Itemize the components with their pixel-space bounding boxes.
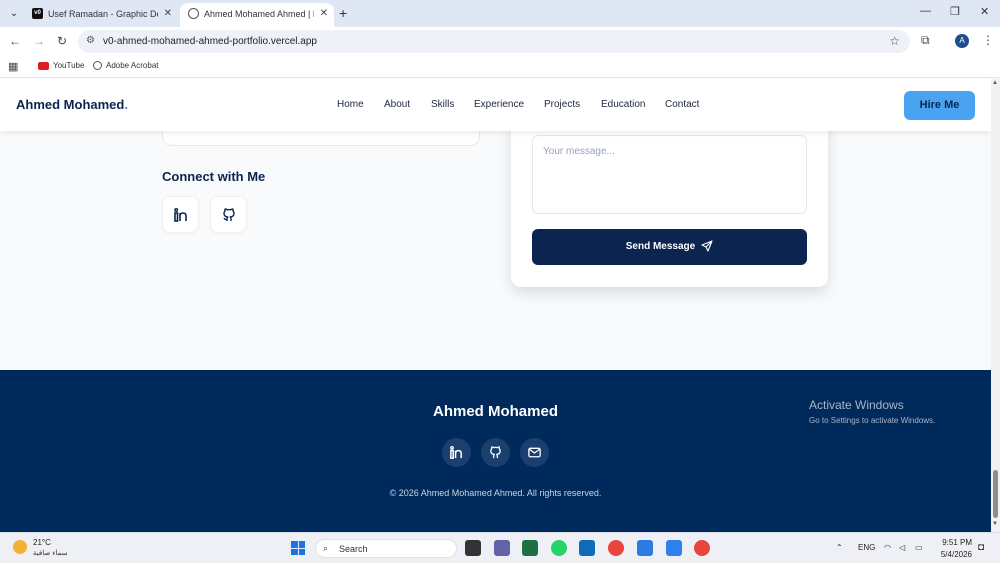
bookmarks-bar: ▦ YouTube Adobe Acrobat <box>0 56 1000 78</box>
bookmark-acrobat[interactable]: Adobe Acrobat <box>93 61 159 71</box>
copyright-text: © 2026 Ahmed Mohamed Ahmed. All rights r… <box>389 488 602 498</box>
database-app-icon[interactable] <box>637 540 653 556</box>
youtube-icon <box>38 61 49 70</box>
globe-icon <box>188 8 199 19</box>
new-tab-button[interactable]: + <box>339 5 347 21</box>
apps-grid-icon[interactable]: ▦ <box>8 60 18 73</box>
weather-condition[interactable]: سماء صافية <box>33 549 68 557</box>
restore-icon[interactable]: ❐ <box>950 5 960 18</box>
bookmark-label: Adobe Acrobat <box>106 61 159 70</box>
tray-chevron-icon[interactable]: ⌃ <box>836 543 843 552</box>
hire-me-button[interactable]: Hire Me <box>904 91 975 120</box>
teams-icon[interactable] <box>494 540 510 556</box>
nav-education[interactable]: Education <box>601 99 645 110</box>
reload-icon[interactable]: ↻ <box>57 34 67 48</box>
window-close-icon[interactable]: ✕ <box>980 5 989 18</box>
task-view-icon[interactable] <box>465 540 481 556</box>
footer-linkedin-button[interactable] <box>442 438 471 467</box>
site-info-icon[interactable]: ⚙ <box>86 35 95 46</box>
site-brand[interactable]: Ahmed Mohamed. <box>16 97 128 112</box>
page-scrollbar[interactable] <box>991 79 1000 532</box>
github-icon <box>490 446 501 459</box>
minimize-icon[interactable]: — <box>920 5 931 17</box>
page-viewport: Ahmed Mohamed. Home About Skills Experie… <box>0 79 991 532</box>
url-text[interactable]: v0-ahmed-mohamed-ahmed-portfolio.vercel.… <box>103 36 317 47</box>
browser-tab-bar: ⌄ v0 Usef Ramadan - Graphic Design ✕ Ahm… <box>0 0 1000 27</box>
message-textarea[interactable] <box>532 135 807 214</box>
system-clock[interactable]: 9:51 PM 5/4/2026 <box>940 537 972 561</box>
linkedin-button[interactable] <box>162 196 199 233</box>
notification-bell-icon[interactable]: ◘ <box>978 542 984 553</box>
clock-time: 9:51 PM <box>942 538 972 547</box>
search-icon: ⌕ <box>323 543 329 553</box>
github-icon <box>223 208 235 221</box>
close-icon[interactable]: ✕ <box>320 8 328 19</box>
site-footer: Ahmed Mohamed © 2026 Ahmed Mohamed Ahmed… <box>0 370 991 532</box>
scrollbar-thumb[interactable] <box>993 470 998 518</box>
address-bar[interactable]: ⚙ v0-ahmed-mohamed-ahmed-portfolio.verce… <box>78 30 910 53</box>
send-message-label: Send Message <box>625 241 696 252</box>
nav-contact[interactable]: Contact <box>665 99 699 110</box>
footer-mail-button[interactable] <box>520 438 549 467</box>
start-button[interactable] <box>291 541 305 555</box>
linkedin-icon <box>450 445 462 459</box>
nav-about[interactable]: About <box>384 99 410 110</box>
outlook-icon[interactable] <box>579 540 595 556</box>
tab-title: Ahmed Mohamed Ahmed | Ma <box>204 9 314 19</box>
brand-name: Ahmed Mohamed <box>16 97 125 112</box>
activate-windows-subtitle: Go to Settings to activate Windows. <box>809 416 936 425</box>
language-indicator[interactable]: ENG <box>858 543 875 552</box>
whatsapp-icon[interactable] <box>551 540 567 556</box>
wifi-icon[interactable]: ◠ <box>884 543 891 552</box>
taskbar-search[interactable]: ⌕ Search <box>315 539 457 558</box>
bookmark-star-icon[interactable]: ☆ <box>889 34 900 48</box>
moon-icon[interactable] <box>13 540 27 554</box>
nav-projects[interactable]: Projects <box>544 99 580 110</box>
activate-windows-title: Activate Windows <box>809 398 904 412</box>
tab-title: Usef Ramadan - Graphic Design <box>48 9 158 19</box>
nav-experience[interactable]: Experience <box>474 99 524 110</box>
scroll-down-icon[interactable]: ▼ <box>992 521 998 527</box>
chrome-profile-icon[interactable] <box>694 540 710 556</box>
bookmark-youtube[interactable]: YouTube <box>38 61 84 70</box>
contact-form-card: Send Message <box>511 109 828 287</box>
browser-tab-inactive[interactable]: v0 Usef Ramadan - Graphic Design ✕ <box>24 3 178 27</box>
battery-icon[interactable]: ▭ <box>915 543 923 552</box>
volume-icon[interactable]: ◁ <box>899 543 905 552</box>
back-arrow-icon[interactable]: ← <box>9 34 21 48</box>
connect-title: Connect with Me <box>162 169 266 184</box>
scroll-up-icon[interactable]: ▲ <box>992 80 998 86</box>
forward-arrow-icon[interactable]: → <box>33 34 45 48</box>
close-icon[interactable]: ✕ <box>164 8 172 19</box>
taskbar: 21°C سماء صافية ⌕ Search ⌃ ENG ◠ ◁ ▭ 9:5… <box>0 532 1000 563</box>
mail-icon <box>528 447 541 458</box>
nav-skills[interactable]: Skills <box>431 99 454 110</box>
browser-toolbar: ← → ↻ ⚙ v0-ahmed-mohamed-ahmed-portfolio… <box>0 27 1000 56</box>
send-icon <box>701 240 713 252</box>
footer-github-button[interactable] <box>481 438 510 467</box>
github-button[interactable] <box>210 196 247 233</box>
search-label: Search <box>339 544 368 554</box>
browser-tab-active[interactable]: Ahmed Mohamed Ahmed | Ma ✕ <box>180 3 334 27</box>
v0-logo-icon: v0 <box>32 8 43 19</box>
extensions-icon[interactable]: ⧉ <box>921 33 930 48</box>
brand-dot: . <box>124 97 128 112</box>
acrobat-icon <box>93 61 102 71</box>
excel-icon[interactable] <box>522 540 538 556</box>
vscode-icon[interactable] <box>666 540 682 556</box>
tab-search-chevron-icon[interactable]: ⌄ <box>6 6 22 22</box>
linkedin-icon <box>174 208 187 222</box>
weather-temperature[interactable]: 21°C <box>33 538 51 547</box>
site-header: Ahmed Mohamed. Home About Skills Experie… <box>0 79 991 131</box>
bookmark-label: YouTube <box>53 61 85 70</box>
send-message-button[interactable]: Send Message <box>532 229 807 265</box>
nav-home[interactable]: Home <box>337 99 364 110</box>
more-menu-icon[interactable]: ⋮ <box>982 33 994 47</box>
profile-avatar[interactable]: A <box>955 34 969 48</box>
clock-date: 5/4/2026 <box>940 550 972 559</box>
chrome-icon[interactable] <box>608 540 624 556</box>
